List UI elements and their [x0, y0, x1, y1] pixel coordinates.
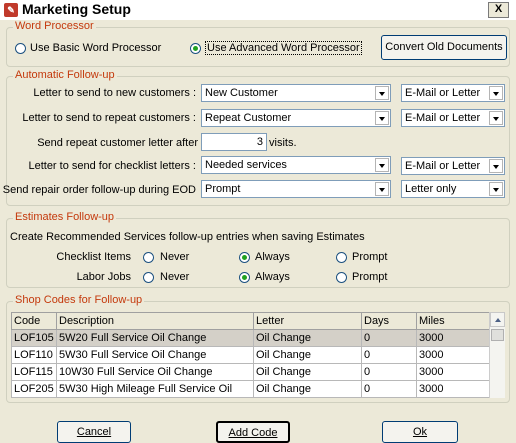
title-bar: ✎ Marketing Setup X — [0, 0, 516, 20]
cell-letter: Oil Change — [253, 363, 362, 381]
advanced-word-processor-label[interactable]: Use Advanced Word Processor — [205, 41, 362, 55]
cancel-button[interactable]: Cancel — [57, 421, 131, 443]
chevron-down-icon[interactable] — [375, 158, 389, 172]
checklist-prompt-label[interactable]: Prompt — [352, 251, 387, 263]
cell-description: 5W20 Full Service Oil Change — [56, 329, 254, 347]
checklist-never-label[interactable]: Never — [160, 251, 189, 263]
shop-codes-table[interactable]: Code Description Letter Days Miles LOF10… — [11, 312, 490, 398]
cell-letter: Oil Change — [253, 380, 362, 398]
checklist-letter-select[interactable]: Needed services — [201, 156, 391, 174]
cell-days: 0 — [361, 363, 417, 381]
checklist-never-radio[interactable] — [143, 252, 154, 263]
automatic-follow-up-legend: Automatic Follow-up — [13, 69, 117, 81]
table-header-row: Code Description Letter Days Miles — [11, 312, 490, 330]
repair-order-follow-up-select[interactable]: Prompt — [201, 180, 391, 198]
ok-button-label: Ok — [412, 426, 428, 438]
window-title: Marketing Setup — [22, 1, 131, 17]
cell-description: 10W30 Full Service Oil Change — [56, 363, 254, 381]
new-customer-letter-label: Letter to send to new customers : — [33, 87, 196, 99]
labor-always-label[interactable]: Always — [255, 271, 290, 283]
cell-miles: 3000 — [416, 329, 490, 347]
table-row[interactable]: LOF105 5W20 Full Service Oil Change Oil … — [11, 329, 490, 347]
cell-days: 0 — [361, 329, 417, 347]
close-button[interactable]: X — [488, 2, 509, 18]
labor-prompt-label[interactable]: Prompt — [352, 271, 387, 283]
checklist-method-select[interactable]: E-Mail or Letter — [401, 157, 505, 175]
checklist-letter-value: Needed services — [205, 159, 287, 171]
repeat-visits-input[interactable]: 3 — [201, 133, 267, 151]
cell-miles: 3000 — [416, 346, 490, 364]
ok-button[interactable]: Ok — [382, 421, 458, 443]
chevron-down-icon[interactable] — [375, 111, 389, 125]
table-scrollbar[interactable] — [489, 312, 505, 398]
column-header-miles[interactable]: Miles — [416, 312, 490, 330]
repair-order-follow-up-label: Send repair order follow-up during EOD — [2, 184, 196, 196]
cancel-button-label: Cancel — [76, 426, 112, 438]
repeat-customer-method-value: E-Mail or Letter — [405, 112, 481, 124]
chevron-down-icon[interactable] — [489, 159, 503, 173]
repeat-customer-letter-select[interactable]: Repeat Customer — [201, 109, 391, 127]
repeat-customer-letter-value: Repeat Customer — [205, 112, 292, 124]
chevron-down-icon[interactable] — [489, 111, 503, 125]
add-code-button[interactable]: Add Code — [216, 421, 290, 443]
cell-days: 0 — [361, 380, 417, 398]
scroll-up-icon[interactable] — [490, 312, 505, 327]
app-icon: ✎ — [4, 3, 18, 17]
labor-jobs-label: Labor Jobs — [76, 271, 131, 283]
checklist-always-label[interactable]: Always — [255, 251, 290, 263]
estimates-description: Create Recommended Services follow-up en… — [10, 231, 365, 243]
repeat-visits-label: Send repeat customer letter after — [37, 137, 198, 149]
new-customer-method-select[interactable]: E-Mail or Letter — [401, 84, 505, 102]
repeat-visits-unit: visits. — [269, 137, 297, 149]
cell-letter: Oil Change — [253, 346, 362, 364]
advanced-word-processor-radio[interactable] — [190, 43, 201, 54]
column-header-code[interactable]: Code — [11, 312, 57, 330]
chevron-down-icon[interactable] — [375, 86, 389, 100]
column-header-days[interactable]: Days — [361, 312, 417, 330]
convert-old-documents-button[interactable]: Convert Old Documents — [381, 35, 507, 60]
cell-code: LOF205 — [11, 380, 57, 398]
new-customer-method-value: E-Mail or Letter — [405, 87, 481, 99]
word-processor-legend: Word Processor — [13, 20, 96, 32]
chevron-down-icon[interactable] — [489, 182, 503, 196]
checklist-always-radio[interactable] — [239, 252, 250, 263]
cell-description: 5W30 High Mileage Full Service Oil — [56, 380, 254, 398]
labor-never-radio[interactable] — [143, 272, 154, 283]
basic-word-processor-label[interactable]: Use Basic Word Processor — [30, 42, 161, 54]
cell-miles: 3000 — [416, 363, 490, 381]
repair-order-follow-up-value: Prompt — [205, 183, 241, 195]
checklist-method-value: E-Mail or Letter — [405, 160, 481, 172]
labor-prompt-radio[interactable] — [336, 272, 347, 283]
cell-letter: Oil Change — [253, 329, 362, 347]
cell-code: LOF115 — [11, 363, 57, 381]
add-code-button-label: Add Code — [228, 427, 278, 439]
chevron-down-icon[interactable] — [489, 86, 503, 100]
basic-word-processor-radio[interactable] — [15, 43, 26, 54]
repeat-customer-letter-label: Letter to send to repeat customers : — [22, 112, 196, 124]
new-customer-letter-value: New Customer — [205, 87, 278, 99]
checklist-prompt-radio[interactable] — [336, 252, 347, 263]
cell-description: 5W30 Full Service Oil Change — [56, 346, 254, 364]
table-row[interactable]: LOF205 5W30 High Mileage Full Service Oi… — [11, 380, 490, 398]
labor-always-radio[interactable] — [239, 272, 250, 283]
cell-code: LOF110 — [11, 346, 57, 364]
scroll-thumb[interactable] — [491, 329, 504, 341]
cell-days: 0 — [361, 346, 417, 364]
repeat-customer-method-select[interactable]: E-Mail or Letter — [401, 109, 505, 127]
repair-order-method-value: Letter only — [405, 183, 457, 195]
shop-codes-legend: Shop Codes for Follow-up — [13, 294, 145, 306]
estimates-follow-up-legend: Estimates Follow-up — [13, 211, 117, 223]
new-customer-letter-select[interactable]: New Customer — [201, 84, 391, 102]
labor-never-label[interactable]: Never — [160, 271, 189, 283]
column-header-description[interactable]: Description — [56, 312, 254, 330]
checklist-items-label: Checklist Items — [56, 251, 131, 263]
table-row[interactable]: LOF110 5W30 Full Service Oil Change Oil … — [11, 346, 490, 364]
chevron-down-icon[interactable] — [375, 182, 389, 196]
cell-miles: 3000 — [416, 380, 490, 398]
table-row[interactable]: LOF115 10W30 Full Service Oil Change Oil… — [11, 363, 490, 381]
column-header-letter[interactable]: Letter — [253, 312, 362, 330]
checklist-letter-label: Letter to send for checklist letters : — [28, 160, 196, 172]
repair-order-method-select[interactable]: Letter only — [401, 180, 505, 198]
cell-code: LOF105 — [11, 329, 57, 347]
